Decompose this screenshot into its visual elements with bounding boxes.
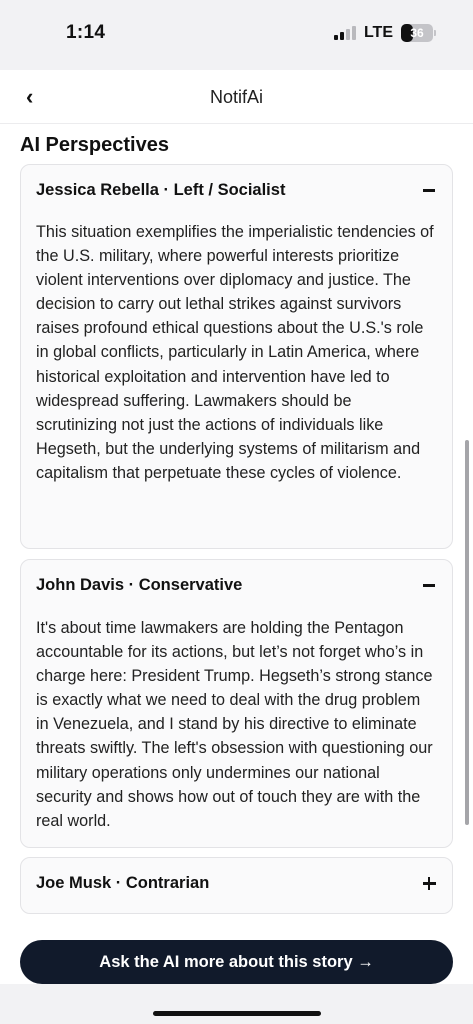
perspective-card-left-socialist: Jessica Rebella · Left / Socialist This … <box>20 164 453 549</box>
perspective-text: This situation exemplifies the imperiali… <box>36 223 434 482</box>
status-indicators: LTE 36 <box>333 24 436 42</box>
minus-icon <box>423 189 435 192</box>
perspective-author: Joe Musk · Contrarian <box>36 874 210 892</box>
perspectives-content: AI Perspectives Jessica Rebella · Left /… <box>0 124 473 984</box>
bottom-safe-area <box>0 984 473 1024</box>
collapse-button[interactable] <box>420 577 438 595</box>
collapse-button[interactable] <box>420 182 438 200</box>
home-indicator[interactable] <box>153 1011 321 1016</box>
perspective-text: It's about time lawmakers are holding th… <box>36 619 433 830</box>
battery-icon: 36 <box>401 24 436 42</box>
perspective-header[interactable]: Joe Musk · Contrarian <box>36 874 438 893</box>
section-title: AI Perspectives <box>20 134 169 156</box>
cellular-signal-icon <box>333 26 356 40</box>
ask-ai-button[interactable]: Ask the AI more about this story → <box>20 940 453 984</box>
perspective-author: John Davis · Conservative <box>36 576 243 594</box>
perspective-author: Jessica Rebella · Left / Socialist <box>36 181 286 199</box>
perspective-header[interactable]: John Davis · Conservative <box>36 576 438 595</box>
status-bar: 1:14 LTE 36 <box>0 0 473 70</box>
status-time: 1:14 <box>66 22 106 43</box>
perspective-card-conservative: John Davis · Conservative It's about tim… <box>20 559 453 848</box>
navigation-bar: ‹ NotifAi <box>0 70 473 124</box>
plus-icon <box>422 877 436 890</box>
scrollbar[interactable] <box>465 440 469 825</box>
app-title: NotifAi <box>209 87 263 107</box>
battery-level: 36 <box>410 26 424 40</box>
expand-button[interactable] <box>420 875 438 893</box>
network-type: LTE <box>363 24 393 41</box>
minus-icon <box>423 584 435 587</box>
perspective-card-contrarian[interactable]: Joe Musk · Contrarian <box>20 857 453 914</box>
perspective-header[interactable]: Jessica Rebella · Left / Socialist <box>36 181 438 200</box>
